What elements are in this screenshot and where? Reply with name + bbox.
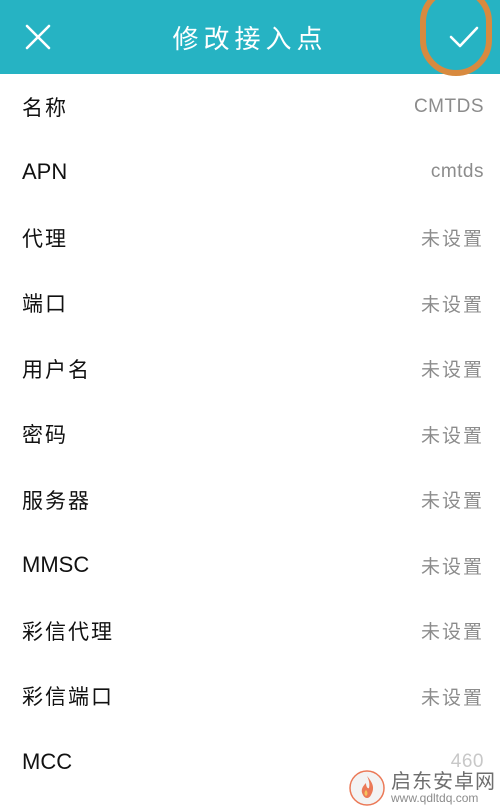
close-button[interactable] [14,13,62,61]
setting-row-name[interactable]: 名称 CMTDS [0,74,500,140]
watermark-name: 启东安卓网 [391,769,496,794]
setting-row-apn[interactable]: APN cmtds [0,140,500,206]
apn-settings-list: 名称 CMTDS APN cmtds 代理 未设置 端口 未设置 用户名 未设置… [0,74,500,795]
setting-value: 未设置 [420,555,484,578]
setting-value: 未设置 [420,621,484,644]
setting-row-username[interactable]: 用户名 未设置 [0,336,500,402]
setting-row-server[interactable]: 服务器 未设置 [0,467,500,533]
setting-value: 未设置 [420,490,484,513]
setting-row-proxy[interactable]: 代理 未设置 [0,205,500,271]
setting-row-password[interactable]: 密码 未设置 [0,402,500,468]
setting-label: 彩信端口 [22,685,114,710]
page-title: 修改接入点 [172,24,328,55]
setting-label: MMSC [22,552,90,578]
setting-value: 未设置 [420,228,484,251]
setting-label: 用户名 [22,357,91,382]
apn-edit-screen: 修改接入点 名称 CMTDS APN cmtds 代理 未设置 端口 未设置 用… [0,0,500,808]
setting-label: 端口 [22,292,68,317]
setting-value: 未设置 [420,686,484,709]
save-button[interactable] [440,13,488,61]
setting-value: 未设置 [420,293,484,316]
setting-label: APN [22,159,68,185]
setting-label: 名称 [22,95,68,120]
setting-label: 密码 [22,423,68,448]
setting-label: MCC [22,748,73,774]
setting-value: cmtds [430,161,484,183]
setting-row-mms-proxy[interactable]: 彩信代理 未设置 [0,598,500,664]
watermark-url: www.qdltdq.com [391,791,479,806]
setting-value: 未设置 [420,424,484,447]
site-watermark: 启东安卓网 www.qdltdq.com [349,770,496,806]
top-app-bar: 修改接入点 [0,0,500,76]
setting-row-mmsc[interactable]: MMSC 未设置 [0,533,500,599]
setting-row-mms-port[interactable]: 彩信端口 未设置 [0,664,500,730]
setting-value: CMTDS [413,95,484,117]
setting-label: 代理 [22,226,68,251]
setting-value: 未设置 [420,359,484,382]
setting-label: 服务器 [22,488,91,513]
setting-row-port[interactable]: 端口 未设置 [0,271,500,337]
setting-label: 彩信代理 [22,619,114,644]
flame-logo-icon [349,770,385,806]
close-icon [25,24,51,50]
checkmark-icon [449,26,479,48]
